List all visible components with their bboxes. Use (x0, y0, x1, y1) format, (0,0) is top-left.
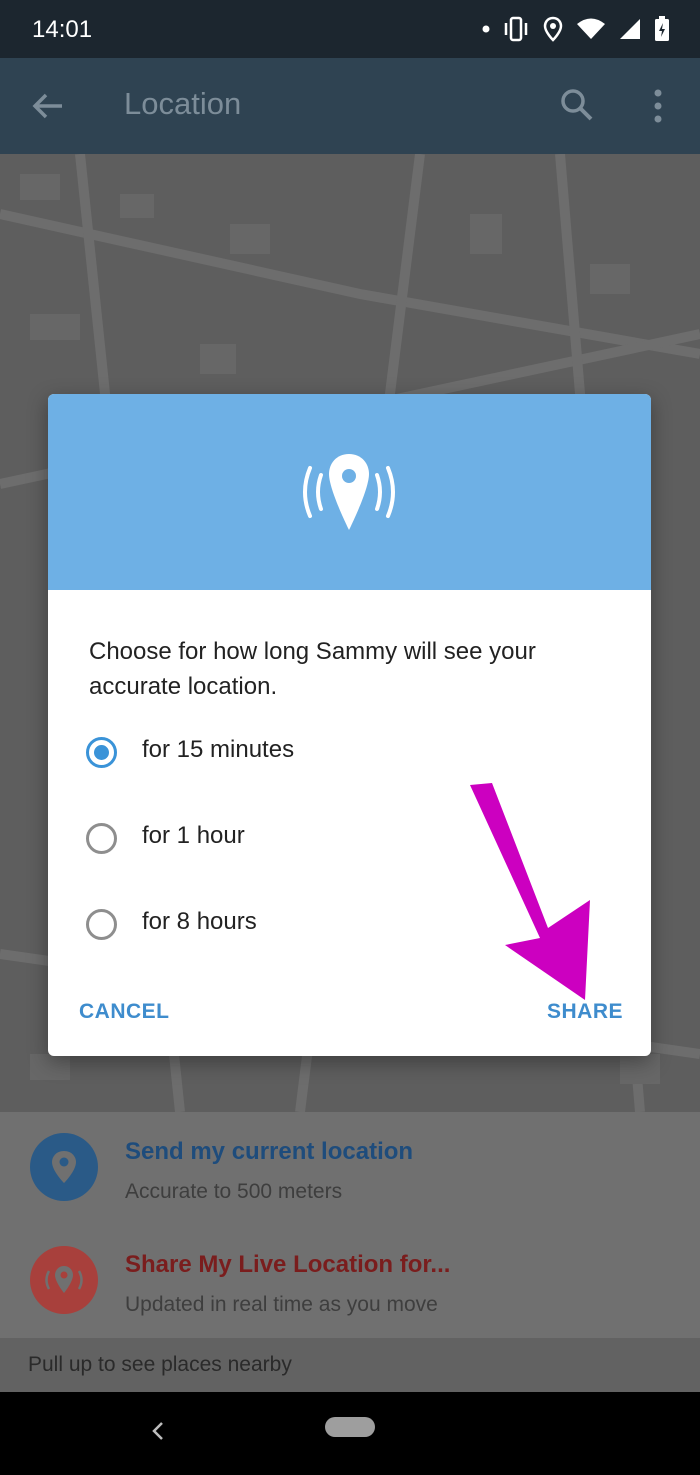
share-live-location-row[interactable]: Share My Live Location for... Updated in… (0, 1225, 700, 1335)
radio-option-1-hour[interactable]: for 1 hour (86, 816, 386, 866)
location-icon (543, 16, 563, 42)
wifi-icon (577, 18, 605, 39)
radio-option-15-minutes[interactable]: for 15 minutes (86, 730, 386, 780)
app-bar: Location (0, 58, 700, 154)
radio-label: for 1 hour (142, 822, 245, 849)
send-current-location-subtitle: Accurate to 500 meters (125, 1180, 343, 1203)
radio-unselected-icon[interactable] (86, 823, 117, 854)
live-location-icon (303, 454, 395, 530)
status-bar: 14:01 (0, 0, 700, 58)
status-time: 14:01 (32, 16, 93, 43)
live-location-small-icon (30, 1246, 98, 1314)
send-current-location-title: Send my current location (125, 1138, 414, 1165)
navigation-bar (0, 1392, 700, 1475)
back-arrow-icon[interactable] (30, 88, 66, 124)
more-vert-icon[interactable] (646, 88, 670, 124)
cancel-button[interactable]: CANCEL (79, 1000, 170, 1024)
nav-home-pill[interactable] (325, 1417, 375, 1437)
signal-icon (620, 19, 640, 39)
live-location-dialog: Choose for how long Sammy will see your … (48, 394, 651, 1056)
notification-dot-icon (482, 25, 490, 33)
page-title: Location (124, 86, 242, 121)
radio-label: for 15 minutes (142, 736, 295, 763)
status-icons (482, 14, 670, 44)
current-location-icon (30, 1133, 98, 1201)
pull-up-bar[interactable]: Pull up to see places nearby (0, 1338, 700, 1392)
radio-option-8-hours[interactable]: for 8 hours (86, 902, 386, 952)
search-icon[interactable] (560, 88, 594, 122)
battery-icon (655, 16, 669, 41)
share-live-location-title: Share My Live Location for... (125, 1251, 451, 1278)
radio-label: for 8 hours (142, 908, 257, 935)
share-button[interactable]: SHARE (547, 1000, 623, 1024)
share-live-location-subtitle: Updated in real time as you move (125, 1293, 438, 1316)
dialog-header (48, 394, 651, 590)
nav-back-icon[interactable] (148, 1416, 168, 1446)
radio-unselected-icon[interactable] (86, 909, 117, 940)
radio-selected-icon[interactable] (86, 737, 117, 768)
dialog-message: Choose for how long Sammy will see your … (89, 638, 536, 700)
vibrate-icon (504, 16, 528, 42)
pull-up-hint: Pull up to see places nearby (28, 1353, 292, 1376)
send-current-location-row[interactable]: Send my current location Accurate to 500… (0, 1112, 700, 1222)
